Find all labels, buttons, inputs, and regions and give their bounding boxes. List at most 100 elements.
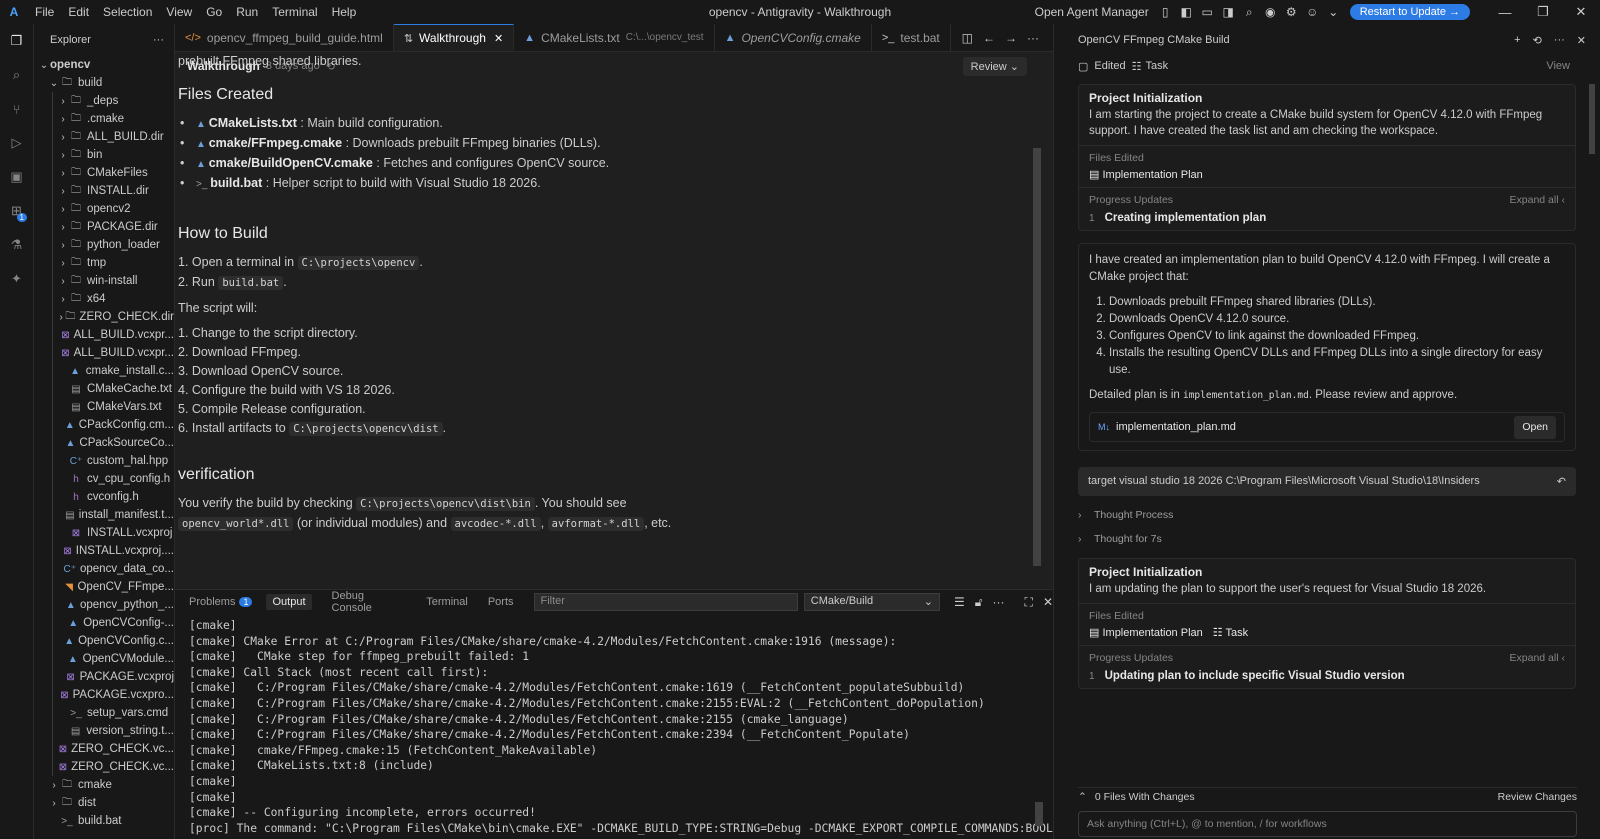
- menu-file[interactable]: File: [28, 5, 61, 19]
- tree-item[interactable]: › 🗀 INSTALL.dir: [53, 182, 174, 200]
- review-changes-button[interactable]: Review Changes: [1498, 791, 1577, 803]
- tree-item[interactable]: ⊠ ALL_BUILD.vcxpr...: [53, 344, 174, 362]
- agent-scrollbar[interactable]: [1589, 84, 1595, 154]
- chrome-icon[interactable]: ◉: [1262, 4, 1279, 21]
- file-name[interactable]: build.bat: [210, 176, 262, 190]
- editor-scrollbar[interactable]: [1033, 148, 1041, 566]
- close-panel-icon[interactable]: ✕: [1043, 595, 1053, 610]
- tab-problems[interactable]: Problems 1: [189, 596, 253, 608]
- menu-view[interactable]: View: [159, 5, 199, 19]
- tree-item[interactable]: › 🗀 opencv2: [53, 200, 174, 218]
- attached-file[interactable]: M↓ implementation_plan.md Open: [1089, 412, 1565, 442]
- more-actions-icon[interactable]: ···: [153, 34, 164, 46]
- expand-all-button[interactable]: Expand all ‹: [1510, 194, 1565, 206]
- tree-item[interactable]: › 🗀 tmp: [53, 254, 174, 272]
- tree-item[interactable]: › 🗀 ALL_BUILD.dir: [53, 128, 174, 146]
- tree-item[interactable]: h cv_cpu_config.h: [53, 470, 174, 488]
- menu-run[interactable]: Run: [229, 5, 265, 19]
- agent-icon[interactable]: ✦: [0, 262, 33, 296]
- file-name[interactable]: CMakeLists.txt: [209, 116, 297, 130]
- tab-cmakelists-txt[interactable]: ▲ CMakeLists.txt C:\...\opencv_test: [514, 24, 715, 51]
- menu-edit[interactable]: Edit: [61, 5, 96, 19]
- layout-panel-icon[interactable]: ▭: [1199, 4, 1216, 21]
- tree-item[interactable]: ▲ cmake_install.c...: [53, 362, 174, 380]
- history-icon[interactable]: ⟲: [1533, 34, 1542, 47]
- more-actions-icon[interactable]: ···: [993, 595, 1005, 610]
- tree-item[interactable]: › 🗀 PACKAGE.dir: [53, 218, 174, 236]
- remote-explorer-icon[interactable]: ▣: [0, 160, 33, 194]
- tree-item[interactable]: ▲ CPackConfig.cm...: [53, 416, 174, 434]
- word-wrap-icon[interactable]: ☰: [954, 595, 965, 610]
- tree-item[interactable]: › 🗀 ZERO_CHECK.dir: [53, 308, 174, 326]
- run-debug-icon[interactable]: ▷: [0, 126, 33, 160]
- files-with-changes-bar[interactable]: ⌃ 0 Files With Changes Review Changes: [1078, 787, 1577, 805]
- split-editor-icon[interactable]: ◫: [962, 31, 973, 45]
- thought-process-toggle[interactable]: › Thought Process: [1078, 506, 1576, 524]
- explorer-icon[interactable]: ❐: [0, 24, 33, 58]
- file-link-implementation-plan[interactable]: ▤ Implementation Plan: [1089, 168, 1203, 181]
- tree-item[interactable]: ▲ OpenCVConfig.c...: [53, 632, 174, 650]
- tab-output[interactable]: Output: [266, 594, 312, 610]
- tab-walkthrough[interactable]: ⇅ Walkthrough ✕: [393, 24, 515, 51]
- menu-go[interactable]: Go: [199, 5, 229, 19]
- user-message[interactable]: target visual studio 18 2026 C:\Program …: [1078, 467, 1576, 496]
- tree-folder-build[interactable]: ⌄ 🗀 build: [34, 74, 174, 92]
- new-chat-icon[interactable]: +: [1514, 34, 1520, 47]
- tab-ports[interactable]: Ports: [488, 596, 514, 608]
- tree-item[interactable]: ◥ OpenCV_FFmpe...: [53, 578, 174, 596]
- close-tab-icon[interactable]: ✕: [494, 32, 503, 45]
- tree-item[interactable]: ⊠ INSTALL.vcxproj: [53, 524, 174, 542]
- tree-item[interactable]: C⁺ custom_hal.hpp: [53, 452, 174, 470]
- expand-all-button[interactable]: Expand all ‹: [1510, 652, 1565, 664]
- tree-item[interactable]: ⊠ PACKAGE.vcxproj: [53, 668, 174, 686]
- layout-sidebar-right-icon[interactable]: ◨: [1220, 4, 1237, 21]
- restore-icon[interactable]: ❐: [1524, 4, 1562, 20]
- tree-item[interactable]: ▤ CMakeCache.txt: [53, 380, 174, 398]
- tree-item[interactable]: ⊠ ZERO_CHECK.vc...: [53, 758, 174, 776]
- tab-opencv-ffmpeg-build-guide-html[interactable]: </> opencv_ffmpeg_build_guide.html: [175, 24, 394, 51]
- more-actions-icon[interactable]: ···: [1027, 31, 1039, 45]
- tree-item[interactable]: >_ build.bat: [34, 812, 174, 830]
- lock-icon[interactable]: 🔓︎: [975, 595, 983, 610]
- tree-item[interactable]: › 🗀 CMakeFiles: [53, 164, 174, 182]
- tree-item[interactable]: ▤ version_string.t...: [53, 722, 174, 740]
- menu-help[interactable]: Help: [325, 5, 364, 19]
- tree-item[interactable]: C⁺ opencv_data_co...: [53, 560, 175, 578]
- tree-item[interactable]: › 🗀 win-install: [53, 272, 174, 290]
- tree-item[interactable]: ▲ OpenCVConfig-...: [53, 614, 174, 632]
- tree-item[interactable]: ▲ CPackSourceCo...: [53, 434, 174, 452]
- tree-item[interactable]: ⊠ INSTALL.vcxproj....: [53, 542, 174, 560]
- tree-item[interactable]: h cvconfig.h: [53, 488, 174, 506]
- file-name[interactable]: cmake/BuildOpenCV.cmake: [209, 156, 373, 170]
- search-icon[interactable]: ⌕: [1241, 4, 1258, 21]
- tab-terminal[interactable]: Terminal: [426, 596, 468, 608]
- undo-icon[interactable]: ↶: [1557, 475, 1566, 488]
- testing-icon[interactable]: ⚗: [0, 228, 33, 262]
- restart-to-update-button[interactable]: Restart to Update →: [1349, 4, 1470, 20]
- tree-item[interactable]: ▤ CMakeVars.txt: [53, 398, 174, 416]
- output-filter-input[interactable]: Filter: [533, 593, 798, 611]
- maximize-panel-icon[interactable]: ⛶: [1025, 595, 1033, 610]
- tab-test-bat[interactable]: >_ test.bat: [872, 24, 951, 51]
- output-scrollbar[interactable]: [1035, 802, 1043, 826]
- layout-sidebar-icon[interactable]: ◧: [1178, 4, 1195, 21]
- chevron-down-icon[interactable]: ⌄: [1325, 4, 1342, 21]
- review-dropdown[interactable]: Review ⌄: [962, 57, 1027, 76]
- open-button[interactable]: Open: [1514, 415, 1556, 439]
- thought-time-toggle[interactable]: › Thought for 7s: [1078, 530, 1576, 548]
- output-channel-select[interactable]: CMake/Build ⌄: [803, 593, 940, 611]
- tree-item[interactable]: › 🗀 dist: [34, 794, 174, 812]
- search-icon[interactable]: ⌕: [0, 58, 33, 92]
- source-control-icon[interactable]: ⑂: [0, 92, 33, 126]
- tree-item[interactable]: ⊠ ALL_BUILD.vcxpr...: [53, 326, 174, 344]
- close-icon[interactable]: ✕: [1577, 34, 1586, 47]
- tree-item[interactable]: ▤ install_manifest.t...: [53, 506, 174, 524]
- tree-item[interactable]: ▲ OpenCVModule...: [53, 650, 174, 668]
- tab-debug-console[interactable]: Debug Console: [332, 590, 407, 614]
- menu-selection[interactable]: Selection: [96, 5, 159, 19]
- go-forward-icon[interactable]: →: [1005, 31, 1017, 45]
- view-link[interactable]: View: [1546, 60, 1570, 72]
- tree-item[interactable]: › 🗀 bin: [53, 146, 174, 164]
- tab-opencvconfig-cmake[interactable]: ▲ OpenCVConfig.cmake: [715, 24, 872, 51]
- tree-root[interactable]: ⌄ opencv: [34, 56, 174, 74]
